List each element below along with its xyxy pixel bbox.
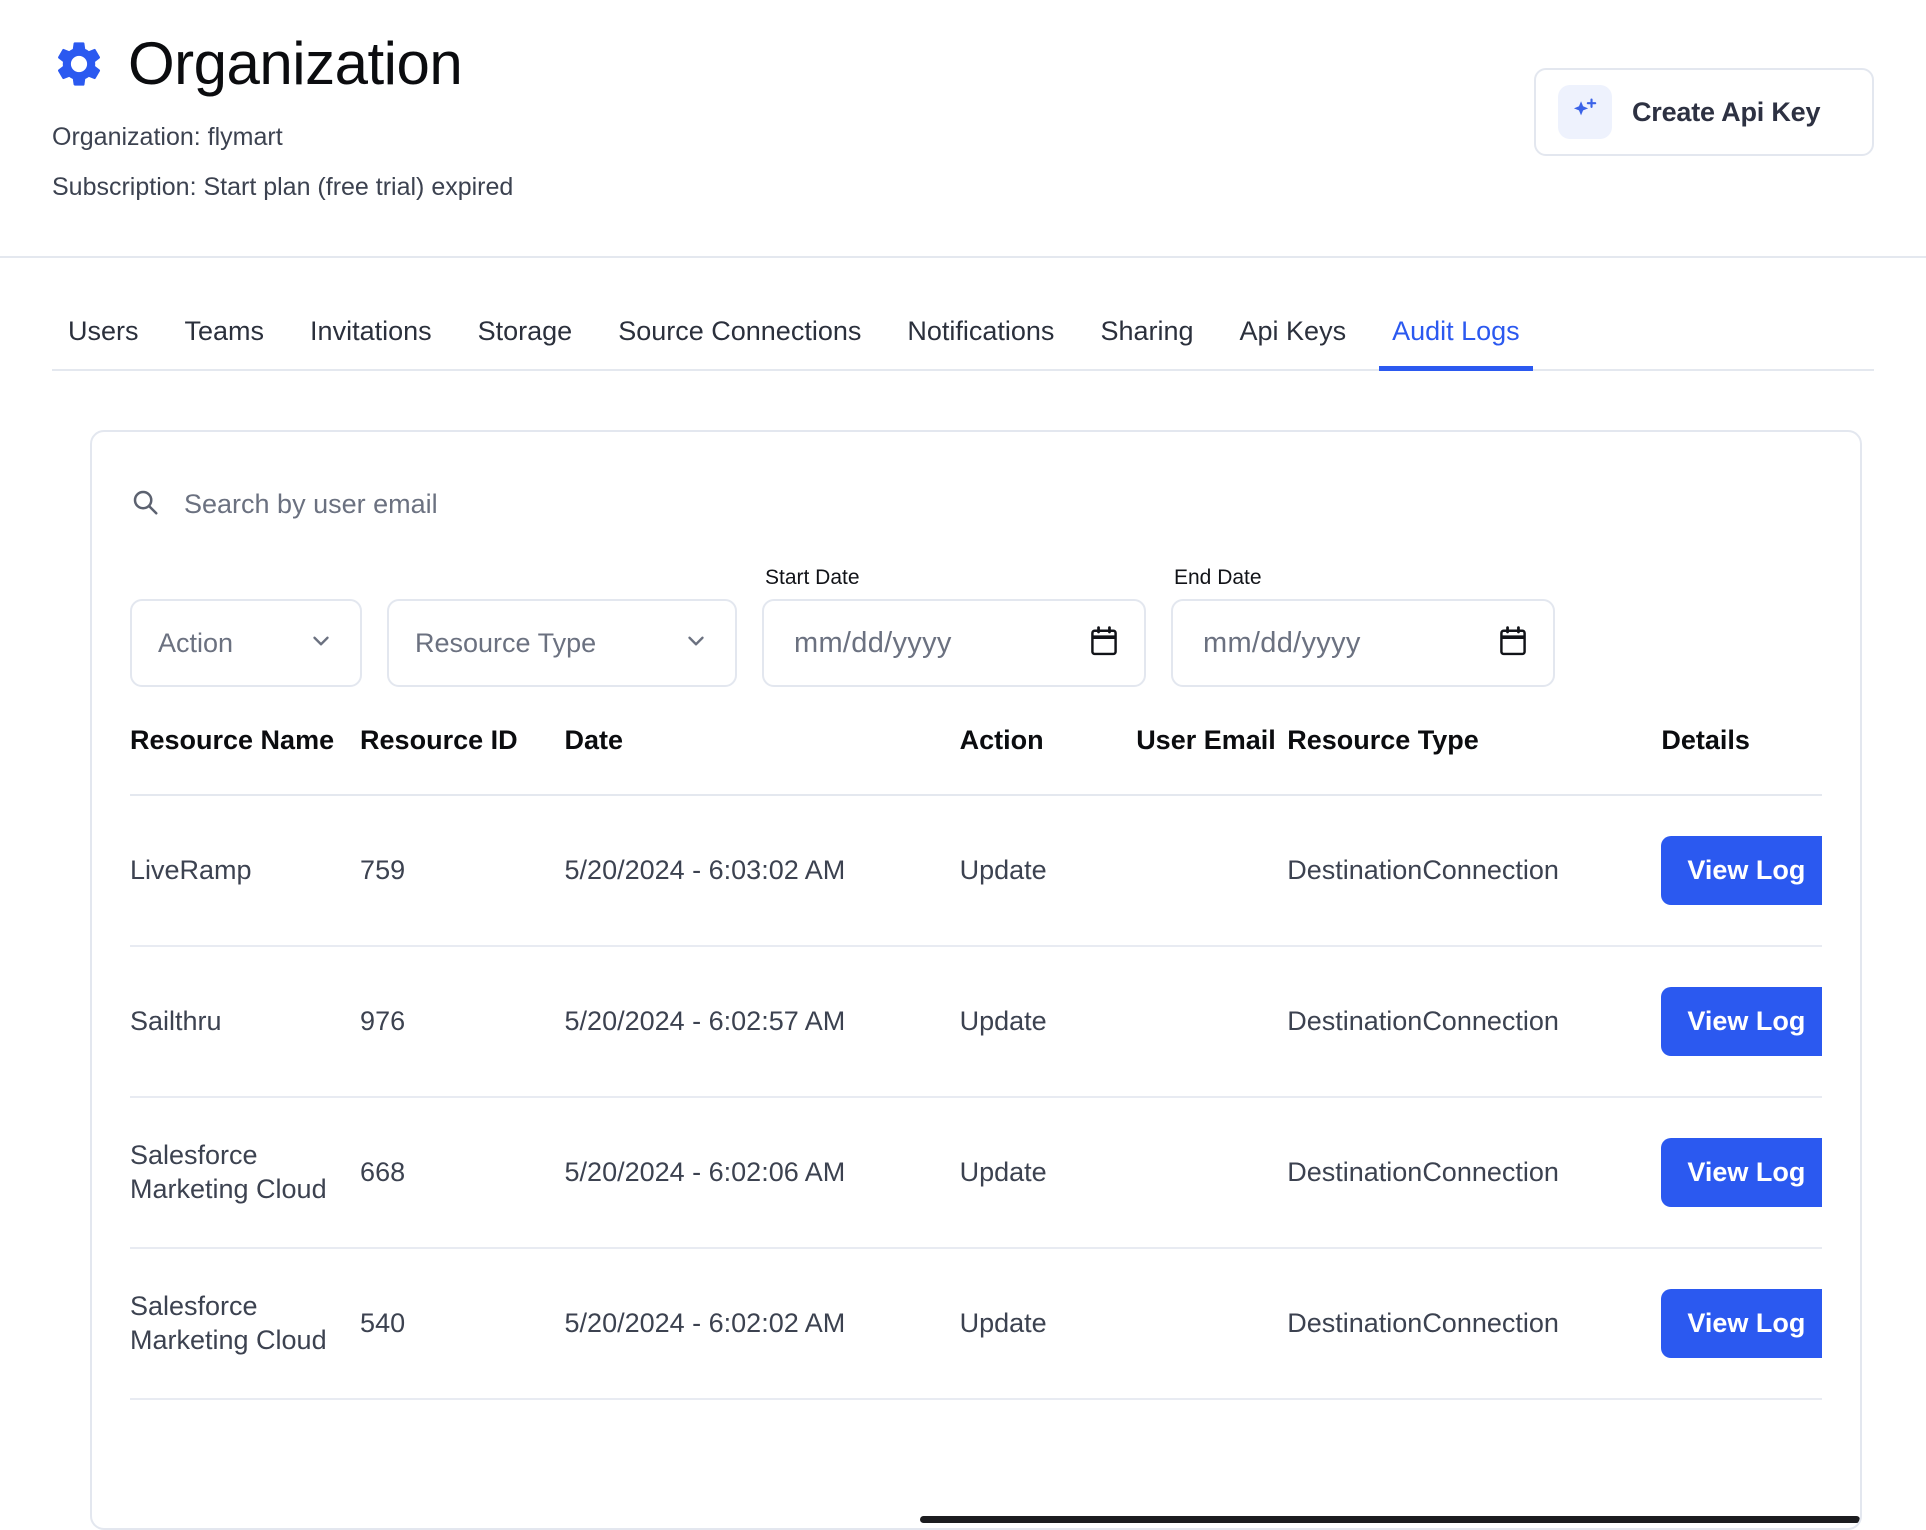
start-date-label: Start Date bbox=[765, 566, 860, 589]
horizontal-scrollbar-thumb[interactable] bbox=[920, 1516, 1860, 1523]
column-header-action: Action bbox=[959, 725, 1044, 755]
search-icon bbox=[130, 487, 160, 522]
cell-user-email bbox=[1136, 1096, 1288, 1249]
tab-api-keys[interactable]: Api Keys bbox=[1217, 316, 1370, 369]
table-row: Sailthru 976 5/20/2024 - 6:02:57 AM Upda… bbox=[130, 945, 1822, 1098]
view-log-button[interactable]: View Log bbox=[1661, 986, 1822, 1056]
view-log-button[interactable]: View Log bbox=[1661, 1137, 1822, 1207]
cell-resource-type: DestinationConnection bbox=[1287, 945, 1662, 1098]
calendar-icon[interactable] bbox=[1090, 625, 1118, 661]
gear-icon bbox=[52, 37, 106, 91]
cell-date: 5/20/2024 - 6:02:02 AM bbox=[564, 1247, 960, 1400]
cell-date: 5/20/2024 - 6:02:06 AM bbox=[564, 1096, 960, 1249]
column-header-resource-name: Resource Name bbox=[130, 725, 335, 755]
start-date-placeholder: mm/dd/yyyy bbox=[794, 626, 952, 659]
search-input[interactable] bbox=[184, 488, 884, 520]
cell-action: Update bbox=[959, 1247, 1137, 1400]
cell-resource-type: DestinationConnection bbox=[1287, 794, 1662, 947]
audit-logs-table: Resource Name Resource ID Date Action Us… bbox=[130, 723, 1822, 1400]
action-filter-label: Action bbox=[158, 627, 234, 658]
tab-teams[interactable]: Teams bbox=[162, 316, 288, 369]
cell-resource-id: 668 bbox=[360, 1096, 565, 1249]
cell-user-email bbox=[1136, 794, 1288, 947]
action-filter-select[interactable]: Action bbox=[130, 599, 362, 687]
cell-details: View Log bbox=[1661, 1247, 1822, 1400]
audit-logs-card: Action Resource Type Start Date mm/dd/yy… bbox=[90, 430, 1862, 1530]
cell-action: Update bbox=[959, 945, 1137, 1098]
cell-action: Update bbox=[959, 1096, 1137, 1249]
page-title: Organization bbox=[128, 30, 463, 97]
column-header-resource-type: Resource Type bbox=[1287, 725, 1479, 755]
create-api-key-label: Create Api Key bbox=[1632, 96, 1821, 127]
table-body: LiveRamp 759 5/20/2024 - 6:03:02 AM Upda… bbox=[130, 794, 1822, 1400]
view-log-button[interactable]: View Log bbox=[1661, 1288, 1822, 1358]
calendar-icon[interactable] bbox=[1499, 625, 1527, 661]
cell-date: 5/20/2024 - 6:03:02 AM bbox=[564, 794, 960, 947]
column-header-resource-id: Resource ID bbox=[360, 725, 518, 755]
start-date-input[interactable]: mm/dd/yyyy bbox=[762, 599, 1146, 687]
cell-resource-id: 540 bbox=[360, 1247, 565, 1400]
horizontal-scrollbar[interactable] bbox=[130, 1516, 1860, 1526]
tab-invitations[interactable]: Invitations bbox=[287, 316, 455, 369]
audit-logs-table-scroll[interactable]: Resource Name Resource ID Date Action Us… bbox=[130, 723, 1822, 1400]
filters-row: Action Resource Type Start Date mm/dd/yy… bbox=[130, 566, 1822, 687]
card-content: Action Resource Type Start Date mm/dd/yy… bbox=[92, 432, 1860, 1400]
column-header-details: Details bbox=[1661, 725, 1750, 755]
cell-resource-type: DestinationConnection bbox=[1287, 1247, 1662, 1400]
cell-details: View Log bbox=[1661, 945, 1822, 1098]
chevron-down-icon bbox=[290, 628, 334, 659]
cell-resource-id: 759 bbox=[360, 794, 565, 947]
tab-storage[interactable]: Storage bbox=[455, 316, 596, 369]
resource-type-filter-label: Resource Type bbox=[415, 627, 597, 658]
tab-audit-logs[interactable]: Audit Logs bbox=[1369, 316, 1543, 371]
cell-user-email bbox=[1136, 1247, 1288, 1400]
end-date-input[interactable]: mm/dd/yyyy bbox=[1171, 599, 1555, 687]
create-api-key-button[interactable]: Create Api Key bbox=[1534, 68, 1874, 156]
sparkle-plus-icon bbox=[1558, 85, 1612, 139]
tab-users[interactable]: Users bbox=[52, 316, 162, 369]
tabs-container: Users Teams Invitations Storage Source C… bbox=[0, 316, 1926, 371]
table-header-row: Resource Name Resource ID Date Action Us… bbox=[130, 723, 1822, 795]
table-row: Salesforce Marketing Cloud 540 5/20/2024… bbox=[130, 1247, 1822, 1400]
tab-source-connections[interactable]: Source Connections bbox=[595, 316, 884, 369]
cell-details: View Log bbox=[1661, 1096, 1822, 1249]
cell-resource-name: LiveRamp bbox=[130, 794, 361, 947]
table-row: Salesforce Marketing Cloud 668 5/20/2024… bbox=[130, 1096, 1822, 1249]
view-log-button[interactable]: View Log bbox=[1661, 835, 1822, 905]
page-header: Organization Organization: flymart Subsc… bbox=[0, 0, 1926, 258]
cell-resource-type: DestinationConnection bbox=[1287, 1096, 1662, 1249]
cell-resource-name: Salesforce Marketing Cloud bbox=[130, 1096, 361, 1249]
cell-action: Update bbox=[959, 794, 1137, 947]
search-row bbox=[130, 472, 1822, 536]
column-header-date: Date bbox=[564, 725, 624, 755]
cell-date: 5/20/2024 - 6:02:57 AM bbox=[564, 945, 960, 1098]
subscription-status-line: Subscription: Start plan (free trial) ex… bbox=[52, 172, 514, 201]
cell-details: View Log bbox=[1661, 794, 1822, 947]
cell-resource-name: Sailthru bbox=[130, 945, 361, 1098]
start-date-field: Start Date mm/dd/yyyy bbox=[762, 566, 1146, 687]
cell-resource-id: 976 bbox=[360, 945, 565, 1098]
end-date-placeholder: mm/dd/yyyy bbox=[1203, 626, 1361, 659]
cell-resource-name: Salesforce Marketing Cloud bbox=[130, 1247, 361, 1400]
end-date-label: End Date bbox=[1174, 566, 1262, 589]
tab-sharing[interactable]: Sharing bbox=[1077, 316, 1216, 369]
chevron-down-icon bbox=[665, 628, 709, 659]
table-head: Resource Name Resource ID Date Action Us… bbox=[130, 723, 1822, 795]
end-date-field: End Date mm/dd/yyyy bbox=[1171, 566, 1555, 687]
tab-list: Users Teams Invitations Storage Source C… bbox=[52, 316, 1874, 371]
table-row: LiveRamp 759 5/20/2024 - 6:03:02 AM Upda… bbox=[130, 794, 1822, 947]
column-header-user-email: User Email bbox=[1136, 725, 1276, 755]
resource-type-filter-select[interactable]: Resource Type bbox=[387, 599, 737, 687]
tab-notifications[interactable]: Notifications bbox=[884, 316, 1077, 369]
cell-user-email bbox=[1136, 945, 1288, 1098]
